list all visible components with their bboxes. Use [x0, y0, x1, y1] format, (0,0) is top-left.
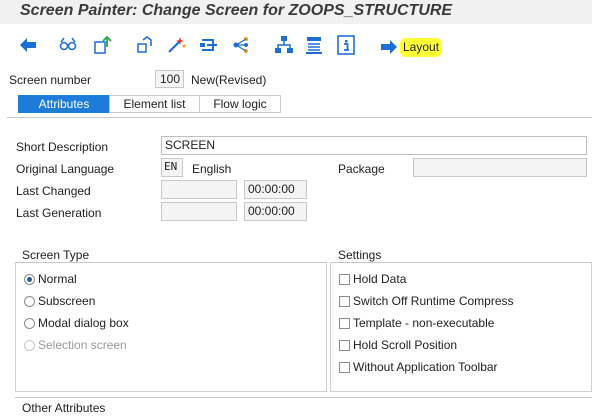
- other-attributes-title: Other Attributes: [22, 401, 106, 415]
- screen-number-label: Screen number: [9, 73, 92, 87]
- tab-flow-logic[interactable]: Flow logic: [199, 95, 281, 113]
- settings-divider: [330, 262, 592, 263]
- back-arrow-icon[interactable]: [17, 34, 39, 56]
- radio-normal[interactable]: [24, 274, 35, 285]
- hierarchy-icon[interactable]: [230, 34, 252, 56]
- radio-subscreen-label: Subscreen: [38, 294, 96, 308]
- radio-selection-screen: [24, 340, 35, 351]
- screen-type-title: Screen Type: [22, 248, 90, 262]
- last-changed-date-field[interactable]: [161, 180, 237, 199]
- forward-arrow-icon: [378, 36, 400, 58]
- checkbox-hold-scroll-position-label: Hold Scroll Position: [353, 338, 458, 352]
- layout-label: Layout: [400, 38, 443, 57]
- last-generation-label: Last Generation: [16, 206, 102, 220]
- original-language-label: Original Language: [16, 162, 115, 176]
- short-description-label: Short Description: [16, 140, 109, 154]
- checkbox-template-label: Template - non-executable: [353, 316, 495, 330]
- package-field[interactable]: [413, 158, 587, 177]
- list-object-icon[interactable]: [303, 34, 325, 56]
- glasses-display-icon[interactable]: [57, 34, 79, 56]
- tab-attributes[interactable]: Attributes: [18, 95, 110, 113]
- where-used-icon[interactable]: [197, 34, 219, 56]
- tab-element-list[interactable]: Element list: [109, 95, 200, 113]
- last-generation-time-field[interactable]: 00:00:00: [244, 202, 307, 221]
- radio-modal-dialog[interactable]: [24, 318, 35, 329]
- radio-subscreen[interactable]: [24, 296, 35, 307]
- tree-structure-icon[interactable]: [273, 34, 295, 56]
- radio-selection-screen-label: Selection screen: [38, 338, 127, 352]
- short-description-input[interactable]: SCREEN: [161, 136, 587, 155]
- copy-object-icon[interactable]: [91, 34, 113, 56]
- last-changed-time-field[interactable]: 00:00:00: [244, 180, 307, 199]
- title-bar: Screen Painter: Change Screen for ZOOPS_…: [0, 0, 592, 24]
- screen-number-field[interactable]: 100: [155, 70, 184, 88]
- info-icon[interactable]: [335, 34, 357, 56]
- radio-normal-label: Normal: [38, 272, 77, 286]
- screen-status-text: New(Revised): [191, 73, 267, 87]
- activate-wand-icon[interactable]: [165, 34, 187, 56]
- layout-button[interactable]: Layout: [378, 36, 458, 58]
- checkbox-switch-off-runtime-compress-label: Switch Off Runtime Compress: [353, 294, 514, 308]
- package-label: Package: [338, 162, 385, 176]
- checkbox-hold-data-label: Hold Data: [353, 272, 407, 286]
- checkbox-without-app-toolbar-label: Without Application Toolbar: [353, 360, 498, 374]
- radio-modal-dialog-label: Modal dialog box: [38, 316, 129, 330]
- last-generation-date-field[interactable]: [161, 202, 237, 221]
- tab-divider: [7, 117, 592, 118]
- language-name-text: English: [192, 162, 232, 176]
- screen-type-divider: [15, 262, 327, 263]
- checkbox-template[interactable]: [339, 318, 350, 329]
- checkbox-switch-off-runtime-compress[interactable]: [339, 296, 350, 307]
- settings-title: Settings: [338, 248, 382, 262]
- check-icon[interactable]: [134, 34, 156, 56]
- checkbox-without-app-toolbar[interactable]: [339, 362, 350, 373]
- language-code-field[interactable]: EN: [161, 158, 183, 177]
- checkbox-hold-scroll-position[interactable]: [339, 340, 350, 351]
- last-changed-label: Last Changed: [16, 184, 91, 198]
- page-title: Screen Painter: Change Screen for ZOOPS_…: [20, 2, 453, 19]
- checkbox-hold-data[interactable]: [339, 274, 350, 285]
- application-toolbar: Layout: [0, 28, 592, 64]
